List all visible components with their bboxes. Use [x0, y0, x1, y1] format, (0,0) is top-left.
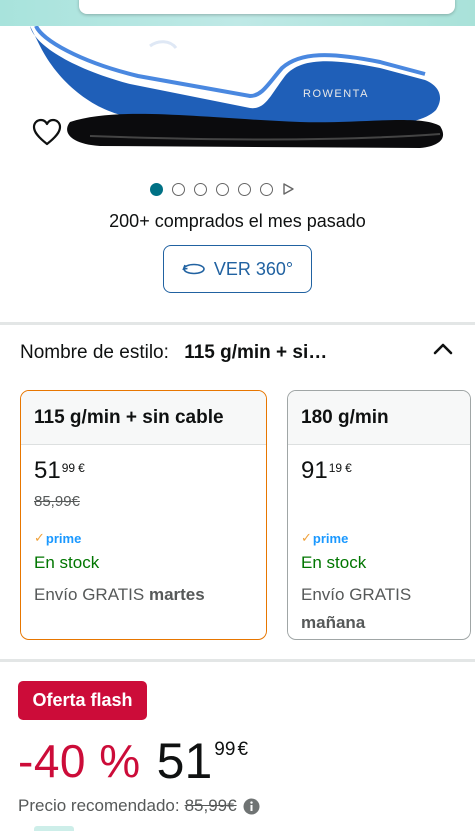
price-fraction: 99 — [61, 461, 76, 475]
rrp-label: Precio recomendado: — [18, 796, 180, 815]
brand-logo: ROWENTA — [303, 88, 369, 100]
deal-price-whole: 51 — [156, 733, 213, 789]
old-price-empty — [301, 493, 457, 515]
shipping-prefix: Envío GRATIS — [34, 585, 145, 604]
option-name: 180 g/min — [288, 391, 470, 445]
style-selector-header[interactable]: Nombre de estilo: 115 g/min + si… — [20, 342, 455, 368]
price-whole: 51 — [34, 457, 61, 484]
stock-status: En stock — [301, 553, 367, 572]
option-price: 91 19 € — [301, 457, 457, 487]
rrp-value: 85,99€ — [184, 796, 237, 815]
view-360-label: VER 360° — [213, 258, 294, 279]
style-option-card[interactable]: 180 g/min 91 19 € ✓ prime En stock Envío… — [287, 390, 471, 640]
view-360-button[interactable]: VER 360° — [163, 245, 312, 293]
bought-count-text: 200+ comprados el mes pasado — [109, 211, 366, 231]
carousel-dot[interactable] — [216, 182, 229, 196]
chevron-up-icon[interactable] — [433, 342, 453, 356]
shipping-day: martes — [148, 585, 205, 604]
carousel-dot[interactable] — [172, 182, 185, 196]
shipping-info: Envío GRATIS martes — [34, 581, 253, 609]
section-divider — [0, 659, 475, 662]
option-name: 115 g/min + sin cable — [21, 391, 266, 445]
image-carousel-dots — [150, 181, 294, 197]
top-header-bar — [0, 0, 475, 26]
shipping-prefix: Envío GRATIS — [301, 585, 412, 604]
info-icon[interactable] — [243, 798, 260, 815]
price-whole: 91 — [301, 457, 328, 484]
prime-check-icon: ✓ — [34, 530, 45, 545]
search-bar[interactable] — [79, 0, 455, 14]
shipping-info: Envío GRATIS mañana — [301, 581, 457, 637]
deal-price-fraction: 99 — [214, 739, 236, 760]
discount-percent: -40 % — [18, 735, 141, 787]
style-value: 115 g/min + si… — [184, 342, 328, 363]
price-currency: € — [345, 461, 352, 475]
option-price: 51 99 € — [34, 457, 253, 487]
product-image[interactable]: ROWENTA — [0, 26, 475, 156]
heart-icon[interactable] — [32, 118, 62, 148]
prime-badge: ✓ prime — [301, 529, 457, 547]
flash-deal-badge: Oferta flash — [18, 681, 147, 720]
prime-label: prime — [312, 530, 349, 546]
shipping-day: mañana — [301, 613, 366, 632]
prime-badge: ✓ prime — [34, 529, 253, 547]
carousel-dot[interactable] — [260, 182, 273, 196]
play-video-icon[interactable] — [282, 183, 294, 195]
prime-label: prime — [45, 530, 82, 546]
style-label: Nombre de estilo: — [20, 342, 169, 363]
rotate-360-icon — [182, 263, 205, 275]
bottom-badge-stub — [34, 826, 74, 831]
stock-status: En stock — [34, 553, 100, 572]
carousel-dot[interactable] — [150, 182, 163, 196]
old-price: 85,99€ — [34, 493, 80, 510]
recommended-price: Precio recomendado: 85,99€ — [18, 796, 260, 816]
carousel-dot[interactable] — [238, 182, 251, 196]
carousel-dot[interactable] — [194, 182, 207, 196]
deal-price: -40 % 51 99 € — [18, 733, 248, 789]
prime-check-icon: ✓ — [301, 530, 312, 545]
price-currency: € — [78, 461, 85, 475]
price-fraction: 19 — [328, 461, 343, 475]
section-divider — [0, 322, 475, 325]
style-option-card[interactable]: 115 g/min + sin cable 51 99 € 85,99€ ✓ p… — [20, 390, 267, 640]
deal-price-currency: € — [237, 739, 249, 760]
